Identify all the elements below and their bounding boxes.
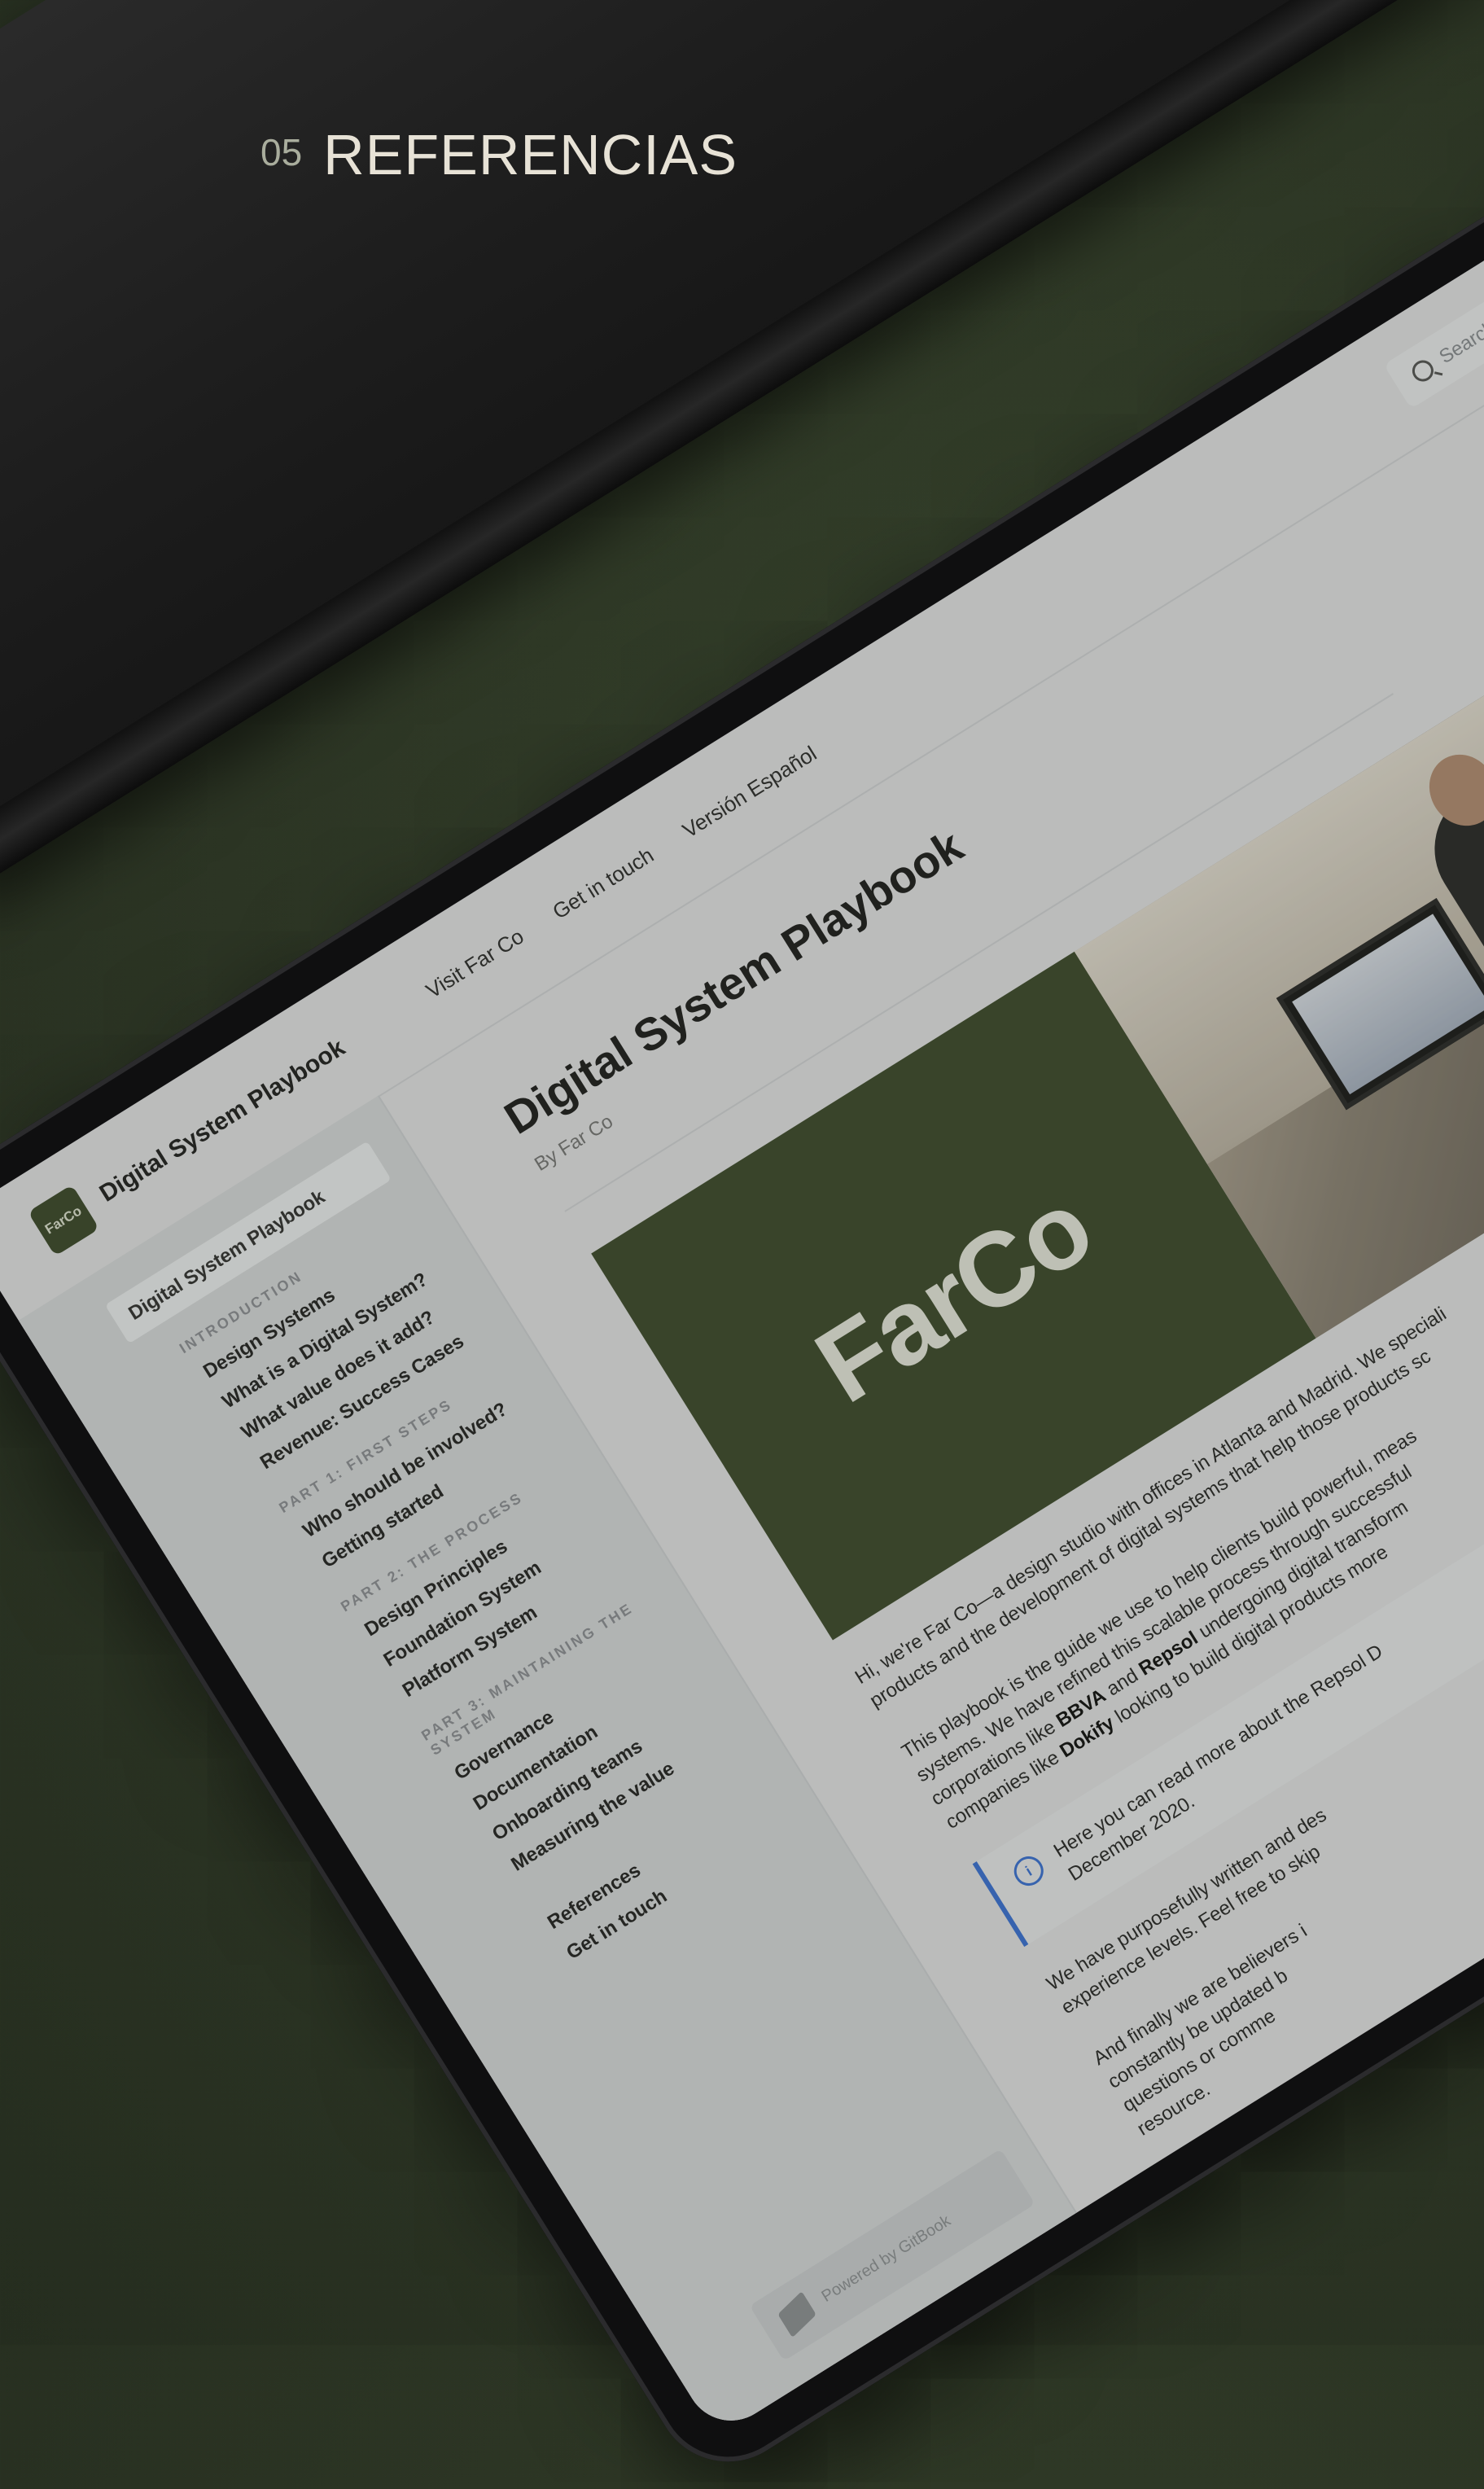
section-number: 05 [260,131,303,173]
page-header: 05 REFERENCIAS [260,122,738,187]
link-get-in-touch[interactable]: Get in touch [548,842,658,924]
powered-by-label: Powered by GitBook [818,2211,954,2306]
section-title: REFERENCIAS [323,123,738,186]
info-icon: i [1008,1851,1049,1891]
search-icon [1408,356,1438,386]
link-visit-far-co[interactable]: Visit Far Co [422,923,528,1003]
gitbook-icon [777,2291,816,2338]
farco-logo[interactable]: FarCo [28,1184,100,1256]
tablet-scene: FarCo Digital System Playbook Visit Far … [0,0,1484,2489]
search-placeholder: Search... [1435,308,1484,369]
link-version-espanol[interactable]: Versión Español [678,740,821,843]
